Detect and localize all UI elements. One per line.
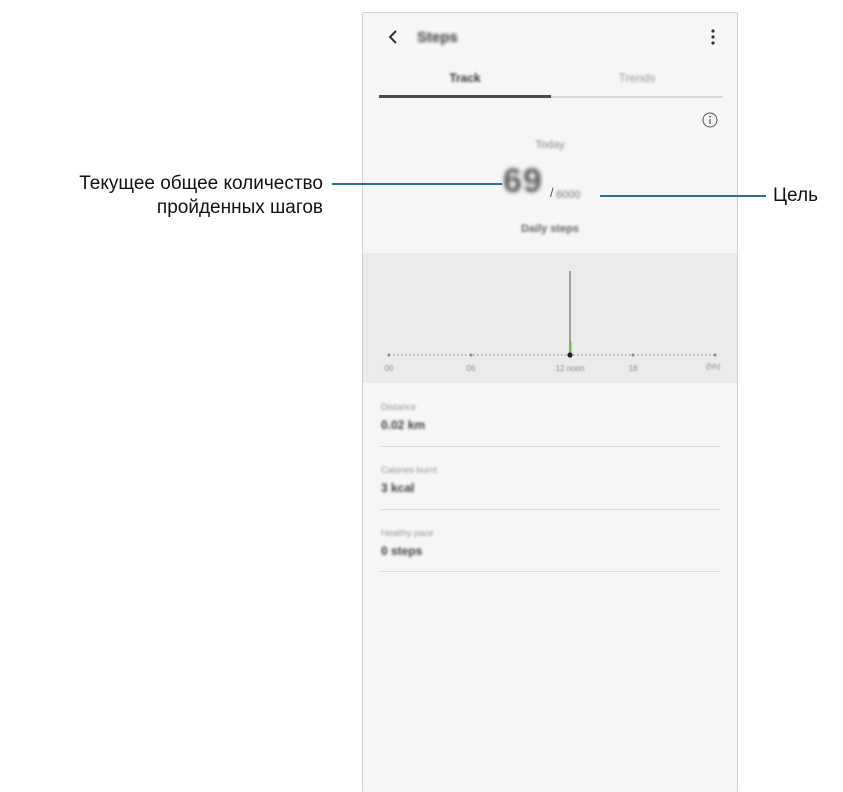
steps-separator: /	[550, 185, 554, 200]
stat-value: 0.02 km	[381, 418, 426, 432]
back-button[interactable]	[383, 27, 403, 47]
callout-goal: Цель	[773, 185, 818, 206]
callout-goal-line	[600, 195, 766, 197]
chart-tick	[387, 353, 391, 357]
stat-label: Healthy pace	[381, 528, 434, 538]
steps-count: 69	[503, 162, 543, 200]
steps-chart: 00 06 12 noon 18 (hh)	[363, 253, 737, 383]
stat-value: 3 kcal	[381, 481, 415, 495]
x-label-00: 00	[385, 364, 394, 373]
phone-screen: Steps Track Trends Today 69 / 6000 Daily…	[362, 12, 738, 792]
chevron-left-icon	[388, 30, 397, 44]
info-button[interactable]	[701, 111, 719, 129]
x-label-18: 18	[629, 364, 638, 373]
steps-bar	[569, 341, 572, 354]
more-options-button[interactable]	[707, 26, 719, 48]
more-vertical-icon	[711, 29, 715, 45]
today-label: Today	[535, 139, 565, 151]
steps-chart-svg: 00 06 12 noon 18 (hh)	[385, 271, 721, 373]
tab-trends[interactable]: Trends	[551, 71, 723, 85]
stat-distance: Distance 0.02 km	[381, 402, 721, 432]
current-time-dot	[567, 352, 573, 358]
callout-current-total-line	[332, 183, 502, 185]
callout-current-total: Текущее общее количество пройденных шаго…	[79, 172, 323, 220]
x-label-unit: (hh)	[706, 362, 721, 371]
daily-steps-label: Daily steps	[520, 223, 580, 235]
tab-track[interactable]: Track	[379, 71, 551, 85]
x-label-noon: 12 noon	[556, 364, 585, 373]
page-title: Steps	[417, 29, 458, 46]
app-bar: Steps	[363, 13, 737, 61]
callout-current-total-line2: пройденных шагов	[156, 197, 323, 218]
steps-goal: 6000	[556, 189, 581, 201]
callout-current-total-line1: Текущее общее количество	[79, 173, 323, 194]
chart-tick	[631, 353, 635, 357]
stat-calories: Calories burnt 3 kcal	[381, 465, 721, 495]
stat-label: Distance	[381, 402, 417, 412]
stat-label: Calories burnt	[381, 465, 438, 475]
divider	[381, 446, 721, 447]
divider	[381, 571, 721, 572]
info-icon	[702, 112, 718, 128]
stat-value: 0 steps	[381, 544, 423, 558]
chart-tick	[713, 353, 717, 357]
chart-tick	[469, 353, 473, 357]
x-label-06: 06	[467, 364, 476, 373]
tab-indicator	[379, 95, 551, 98]
stat-healthy-pace: Healthy pace 0 steps	[381, 528, 721, 558]
divider	[381, 509, 721, 510]
